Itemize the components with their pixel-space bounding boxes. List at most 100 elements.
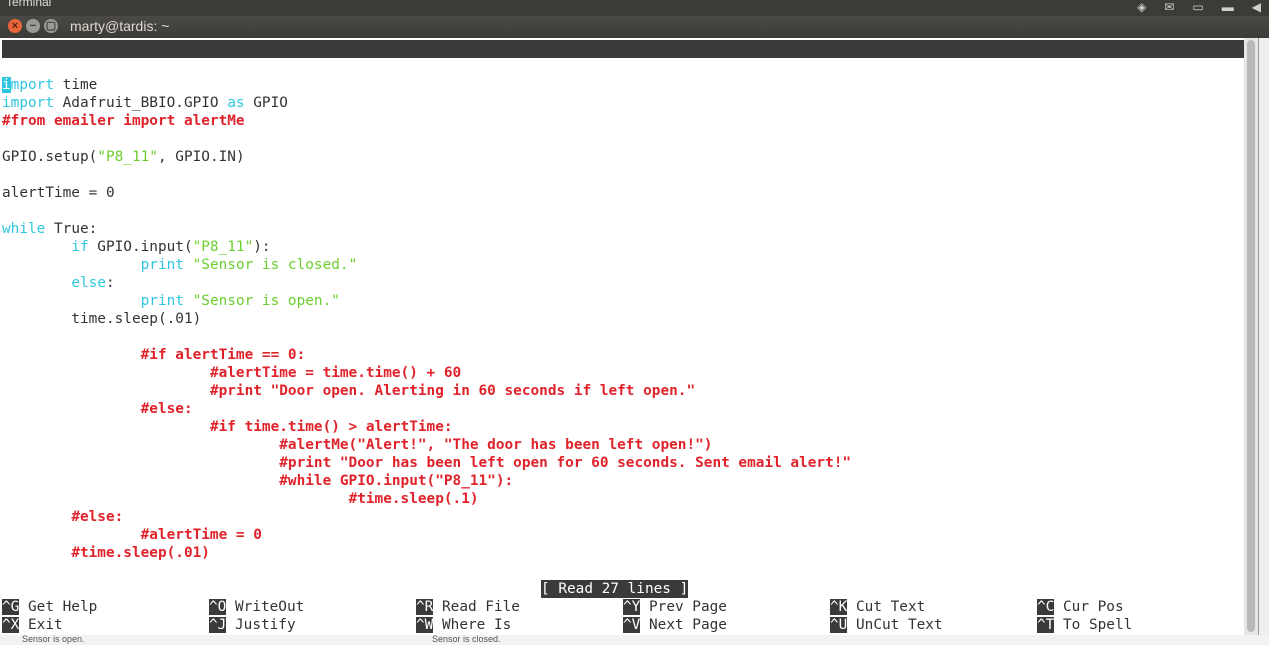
code-line[interactable]: GPIO.setup("P8_11", GPIO.IN) [2, 148, 851, 166]
shortcut-key: ^X [2, 617, 20, 633]
code-line[interactable]: #time.sleep(.01) [2, 544, 851, 562]
battery-icon[interactable]: ▬ [1222, 0, 1234, 14]
code-token: #alertTime = 0 [140, 527, 262, 543]
code-token: print [140, 293, 184, 309]
code-line[interactable] [2, 130, 851, 148]
shortcut-item[interactable]: ^K Cut Text [830, 598, 925, 616]
shortcut-key: ^O [209, 599, 227, 615]
code-line[interactable]: #while GPIO.input("P8_11"): [2, 472, 851, 490]
code-line[interactable]: #if alertTime == 0: [2, 346, 851, 364]
background-windows-strip: Sensor is open. Sensor is closed. [0, 635, 1269, 645]
code-line[interactable]: #else: [2, 400, 851, 418]
code-line[interactable]: alertTime = 0 [2, 184, 851, 202]
os-top-bar: Terminal ◈ ✉ ▭ ▬ ◀ [0, 0, 1269, 16]
code-token: mport [10, 77, 54, 93]
window-titlebar[interactable]: × − ▢ marty@tardis: ~ [0, 16, 1269, 38]
code-token: GPIO.setup( [2, 149, 98, 165]
shortcut-item[interactable]: ^X Exit [2, 616, 63, 634]
code-token: : [105, 275, 115, 291]
code-line[interactable]: print "Sensor is closed." [2, 256, 851, 274]
code-line[interactable]: #else: [2, 508, 851, 526]
code-token: "P8_11" [97, 149, 158, 165]
text-cursor: i [2, 77, 11, 93]
code-line[interactable]: time.sleep(.01) [2, 310, 851, 328]
active-app-title: Terminal [6, 0, 52, 9]
code-line[interactable] [2, 328, 851, 346]
shortcut-item[interactable]: ^Y Prev Page [623, 598, 727, 616]
code-line[interactable]: #alertTime = 0 [2, 526, 851, 544]
shortcut-item[interactable]: ^C Cur Pos [1037, 598, 1124, 616]
code-editor[interactable]: import time import Adafruit_BBIO.GPIO as … [2, 76, 851, 562]
code-line[interactable]: import time [2, 76, 851, 94]
shortcut-key: ^G [2, 599, 20, 615]
shortcut-label: Prev Page [640, 599, 727, 615]
code-token: #else: [71, 509, 124, 525]
code-line[interactable]: #if time.time() > alertTime: [2, 418, 851, 436]
code-line[interactable]: import Adafruit_BBIO.GPIO as GPIO [2, 94, 851, 112]
shortcut-item[interactable]: ^T To Spell [1037, 616, 1132, 634]
code-line[interactable]: #print "Door open. Alerting in 60 second… [2, 382, 851, 400]
keyboard-icon[interactable]: ▭ [1192, 0, 1203, 14]
shortcut-label: Justify [226, 617, 296, 633]
code-line[interactable]: #alertTime = time.time() + 60 [2, 364, 851, 382]
code-line[interactable]: if GPIO.input("P8_11"): [2, 238, 851, 256]
code-line[interactable] [2, 166, 851, 184]
network-icon[interactable]: ◈ [1137, 0, 1146, 14]
code-token: as [227, 95, 245, 111]
code-token: #print "Door has been left open for 60 s… [279, 455, 852, 471]
code-token: , GPIO.IN) [157, 149, 245, 165]
shortcut-item[interactable]: ^G Get Help [2, 598, 97, 616]
background-text-left: Sensor is open. [22, 635, 85, 644]
code-line[interactable]: else: [2, 274, 851, 292]
code-token: #alertMe("Alert!", "The door has been le… [279, 437, 713, 453]
terminal-area[interactable]: GNU nano 2.2.6 File: doorAlert.py import… [0, 38, 1258, 635]
scrollbar-thumb[interactable] [1247, 40, 1255, 632]
code-line[interactable]: print "Sensor is open." [2, 292, 851, 310]
shortcut-label: Cut Text [847, 599, 926, 615]
messaging-icon[interactable]: ✉ [1164, 0, 1174, 14]
minimize-window-icon[interactable]: − [26, 19, 40, 33]
code-token: #print "Door open. Alerting in 60 second… [209, 383, 696, 399]
code-token: import [2, 95, 54, 111]
nano-header-bar: GNU nano 2.2.6 File: doorAlert.py [2, 40, 1244, 93]
maximize-window-icon[interactable]: ▢ [44, 19, 58, 33]
shortcut-item[interactable]: ^V Next Page [623, 616, 727, 634]
code-line[interactable]: #alertMe("Alert!", "The door has been le… [2, 436, 851, 454]
code-token: time [54, 77, 98, 93]
code-line[interactable]: #from emailer import alertMe [2, 112, 851, 130]
close-window-icon[interactable]: × [8, 19, 22, 33]
shortcut-key: ^C [1037, 599, 1055, 615]
code-line[interactable] [2, 202, 851, 220]
shortcut-item[interactable]: ^R Read File [416, 598, 520, 616]
shortcut-key: ^J [209, 617, 227, 633]
code-line[interactable]: #time.sleep(.1) [2, 490, 851, 508]
shortcut-label: To Spell [1054, 617, 1133, 633]
terminal-scrollbar[interactable] [1244, 38, 1258, 635]
shortcut-label: Cur Pos [1054, 599, 1124, 615]
code-token: GPIO [244, 95, 288, 111]
shortcut-item[interactable]: ^J Justify [209, 616, 296, 634]
code-token: else [71, 275, 106, 291]
system-tray: ◈ ✉ ▭ ▬ ◀ [1137, 0, 1261, 14]
shortcut-key: ^V [623, 617, 641, 633]
code-line[interactable]: while True: [2, 220, 851, 238]
code-token: #from emailer import alertMe [2, 113, 245, 129]
code-token: Adafruit_BBIO.GPIO [53, 95, 228, 111]
code-line[interactable]: #print "Door has been left open for 60 s… [2, 454, 851, 472]
shortcut-item[interactable]: ^U UnCut Text [830, 616, 943, 634]
shortcut-item[interactable]: ^W Where Is [416, 616, 511, 634]
code-token: #if time.time() > alertTime: [209, 419, 453, 435]
shortcut-item[interactable]: ^O WriteOut [209, 598, 304, 616]
volume-icon[interactable]: ◀ [1252, 0, 1261, 14]
window-title: marty@tardis: ~ [70, 18, 170, 34]
shortcut-key: ^R [416, 599, 434, 615]
